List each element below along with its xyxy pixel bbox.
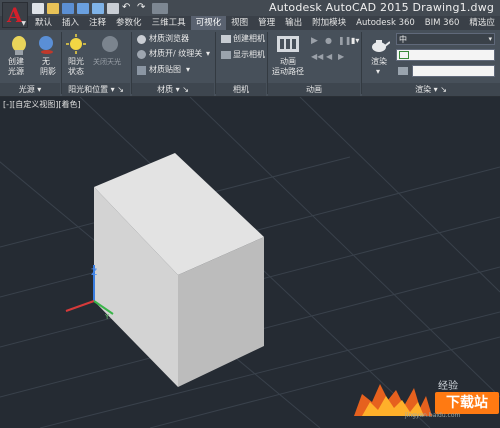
materials-browser-label: 材质浏览器 (149, 34, 189, 43)
chevron-down-icon: ▾ (186, 65, 191, 74)
watermark-url: jingyan.baidu.com (405, 412, 461, 419)
materials-panel-title[interactable]: 材质 ▾ ↘ (132, 83, 214, 96)
sun-icon (66, 34, 86, 54)
print-icon[interactable] (107, 2, 119, 14)
tab-annotate[interactable]: 注释 (84, 16, 111, 30)
tab-view[interactable]: 视图 (226, 16, 253, 30)
chevron-down-icon: ▼ (21, 20, 26, 27)
render-size-icon (398, 67, 408, 75)
tab-parametric[interactable]: 参数化 (111, 16, 147, 30)
motion-path-label-1: 动画 (280, 57, 296, 66)
tab-featured-apps[interactable]: 精选应 (464, 16, 500, 30)
tab-addins[interactable]: 附加模块 (307, 16, 351, 30)
camera-icon (221, 35, 231, 43)
material-toggle-icon (137, 50, 146, 59)
motion-path-label-2: 运动路径 (272, 67, 304, 76)
pause-icon[interactable]: ❚❚ (338, 36, 351, 46)
tab-output[interactable]: 输出 (280, 16, 307, 30)
sky-globe-icon (102, 36, 118, 52)
animation-panel-title[interactable]: 动画 (268, 83, 360, 96)
chevron-down-icon: ▾ (488, 35, 492, 43)
video-settings-icon[interactable]: ▮▾ (351, 36, 359, 46)
new-file-icon[interactable] (32, 2, 44, 14)
quick-access-toolbar: ↶ ↷ (32, 2, 168, 14)
save-icon[interactable] (62, 2, 74, 14)
camera-panel-title[interactable]: 相机 (216, 83, 266, 96)
title-bar: ↶ ↷ Autodesk AutoCAD 2015 Drawing1.dwg (0, 0, 500, 16)
tab-default[interactable]: 默认 (30, 16, 57, 30)
no-shadow-label-2: 阴影 (40, 67, 56, 76)
sun-panel-title[interactable]: 阳光和位置 ▾ ↘ (62, 83, 130, 96)
tab-autodesk-360[interactable]: Autodesk 360 (351, 16, 420, 30)
ribbon-tab-bar: 默认 插入 注释 参数化 三维工具 可视化 视图 管理 输出 附加模块 Auto… (0, 16, 500, 30)
material-sphere-icon (137, 35, 146, 44)
show-camera-icon (221, 51, 231, 59)
create-light-label-1: 创建 (8, 57, 24, 66)
render-output-field[interactable] (412, 65, 495, 77)
no-shadow-label-1: 无 (42, 57, 50, 66)
shadow-sphere-icon (39, 36, 53, 54)
material-mapping-label: 材质贴图 (149, 65, 181, 74)
material-mapping-icon (137, 66, 146, 75)
tab-3d-tools[interactable]: 三维工具 (147, 16, 191, 30)
chevron-down-icon: ▾ (376, 67, 381, 76)
tab-insert[interactable]: 插入 (57, 16, 84, 30)
sky-off-label: 关闭天光 (93, 58, 121, 66)
create-light-label-2: 光源 (8, 67, 24, 76)
render-preset-icon (399, 51, 409, 59)
application-menu-button[interactable]: A ▼ (2, 2, 28, 28)
render-label: 渲染 (371, 57, 387, 66)
skip-back-icon[interactable]: ◀◀ (311, 52, 323, 62)
render-quality-value: 中 (399, 35, 407, 44)
redo-icon[interactable]: ↷ (137, 2, 149, 14)
ucs-y-label: Y (104, 313, 110, 321)
lights-panel-title[interactable]: 光源 ▾ (0, 83, 60, 96)
step-back-icon[interactable]: ◀ (326, 52, 332, 62)
undo-icon[interactable]: ↶ (122, 2, 134, 14)
show-camera-label: 显示相机 (233, 50, 265, 59)
watermark-jingyan-text: 经验 (438, 381, 458, 392)
tab-bim-360[interactable]: BIM 360 (420, 16, 465, 30)
light-bulb-icon (12, 36, 26, 55)
create-camera-label: 创建相机 (233, 34, 265, 43)
materials-toggle-label: 材质开/ 纹理关 (149, 49, 203, 58)
render-output-size[interactable] (396, 65, 410, 77)
film-strip-icon (277, 36, 299, 52)
workspace-icon[interactable] (152, 2, 168, 14)
sun-status-label-2: 状态 (68, 67, 84, 76)
render-environment-dropdown[interactable] (396, 49, 495, 61)
play-icon[interactable]: ▶ (311, 36, 318, 46)
sun-status-label-1: 阳光 (68, 57, 84, 66)
record-icon[interactable]: ● (325, 36, 332, 46)
render-quality-dropdown[interactable]: 中 ▾ (396, 33, 495, 45)
step-forward-icon[interactable]: ▶ (338, 52, 344, 62)
ucs-z-label: Z (91, 268, 97, 278)
viewport-controls-label[interactable]: [-][自定义视图][着色] (3, 99, 81, 110)
chevron-down-icon: ▾ (206, 49, 211, 58)
tab-manage[interactable]: 管理 (253, 16, 280, 30)
open-folder-icon[interactable] (47, 2, 59, 14)
ribbon: 创建 光源 无 阴影 光源 ▾ 阳光 状态 关闭天光 阳光和位置 ▾ ↘ 材质浏… (0, 30, 500, 97)
render-panel-title[interactable]: 渲染 ▾ ↘ (362, 83, 500, 96)
tab-visualize[interactable]: 可视化 (190, 16, 227, 30)
teapot-icon (372, 40, 390, 52)
autocad-logo-icon: A (7, 3, 23, 27)
watermark-badge: 下载站 (435, 392, 499, 414)
open-web-icon[interactable] (92, 2, 104, 14)
save-as-icon[interactable] (77, 2, 89, 14)
window-title: Autodesk AutoCAD 2015 Drawing1.dwg (269, 1, 495, 14)
